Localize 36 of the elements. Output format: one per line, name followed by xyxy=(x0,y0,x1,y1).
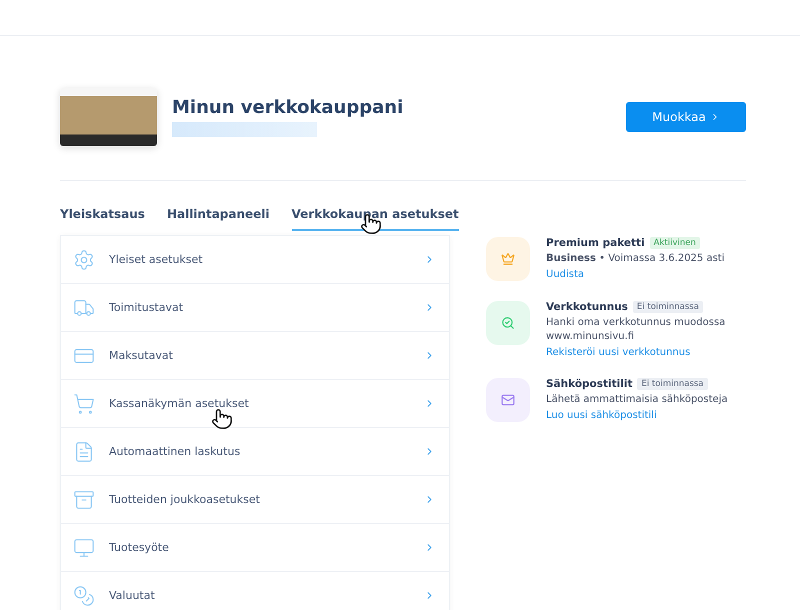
tab[interactable]: Verkkokaupan asetukset xyxy=(292,207,459,231)
settings-label: Valuutat xyxy=(109,588,156,602)
settings-label: Tuotteiden joukkoasetukset xyxy=(109,492,261,506)
settings-label: Maksutavat xyxy=(109,348,174,362)
hand-cursor-icon xyxy=(211,408,233,430)
settings-row[interactable]: Yleiset asetukset xyxy=(61,236,449,284)
gears-icon xyxy=(73,248,95,270)
site-title: Minun verkkokauppani xyxy=(172,97,404,118)
settings-label: Kassanäkymän asetukset xyxy=(109,396,250,410)
settings-label: Automaattinen laskutus xyxy=(109,444,242,458)
service-name: Sähköpostitilit xyxy=(546,378,632,390)
settings-row[interactable]: Automaattinen laskutus xyxy=(61,428,449,476)
cart-icon xyxy=(73,392,95,414)
settings-row[interactable]: Valuutat xyxy=(61,572,449,610)
service-description: Business • Voimassa 3.6.2025 asti xyxy=(546,252,726,266)
service-name: Premium paketti xyxy=(546,237,645,249)
status-badge: Aktiivinen xyxy=(650,237,700,249)
coins-icon xyxy=(73,584,95,606)
service-description: Hanki oma verkkotunnus muodossa www.minunsivu.fi xyxy=(546,316,726,344)
document-icon xyxy=(73,440,95,462)
settings-row[interactable]: Kassanäkymän asetukset xyxy=(61,380,449,428)
settings-row[interactable]: Tuotteiden joukkoasetukset xyxy=(61,476,449,524)
service-description: Lähetä ammattimaisia sähköposteja xyxy=(546,393,729,407)
box-icon xyxy=(73,488,95,510)
status-badge: Ei toiminnassa xyxy=(632,301,703,313)
settings-row[interactable]: Toimitustavat xyxy=(61,284,449,332)
settings-label: Tuotesyöte xyxy=(109,540,170,554)
tab[interactable]: Yleiskatsaus xyxy=(60,207,145,231)
status-badge: Ei toiminnassa xyxy=(637,378,708,390)
settings-label: Toimitustavat xyxy=(109,300,184,314)
settings-row[interactable]: Maksutavat xyxy=(61,332,449,380)
service-name: Verkkotunnus xyxy=(546,301,628,313)
settings-label: Yleiset asetukset xyxy=(109,252,204,266)
settings-row[interactable]: Tuotesyöte xyxy=(61,524,449,572)
tab[interactable]: Hallintapaneeli xyxy=(166,207,270,231)
screen-icon xyxy=(73,536,95,558)
